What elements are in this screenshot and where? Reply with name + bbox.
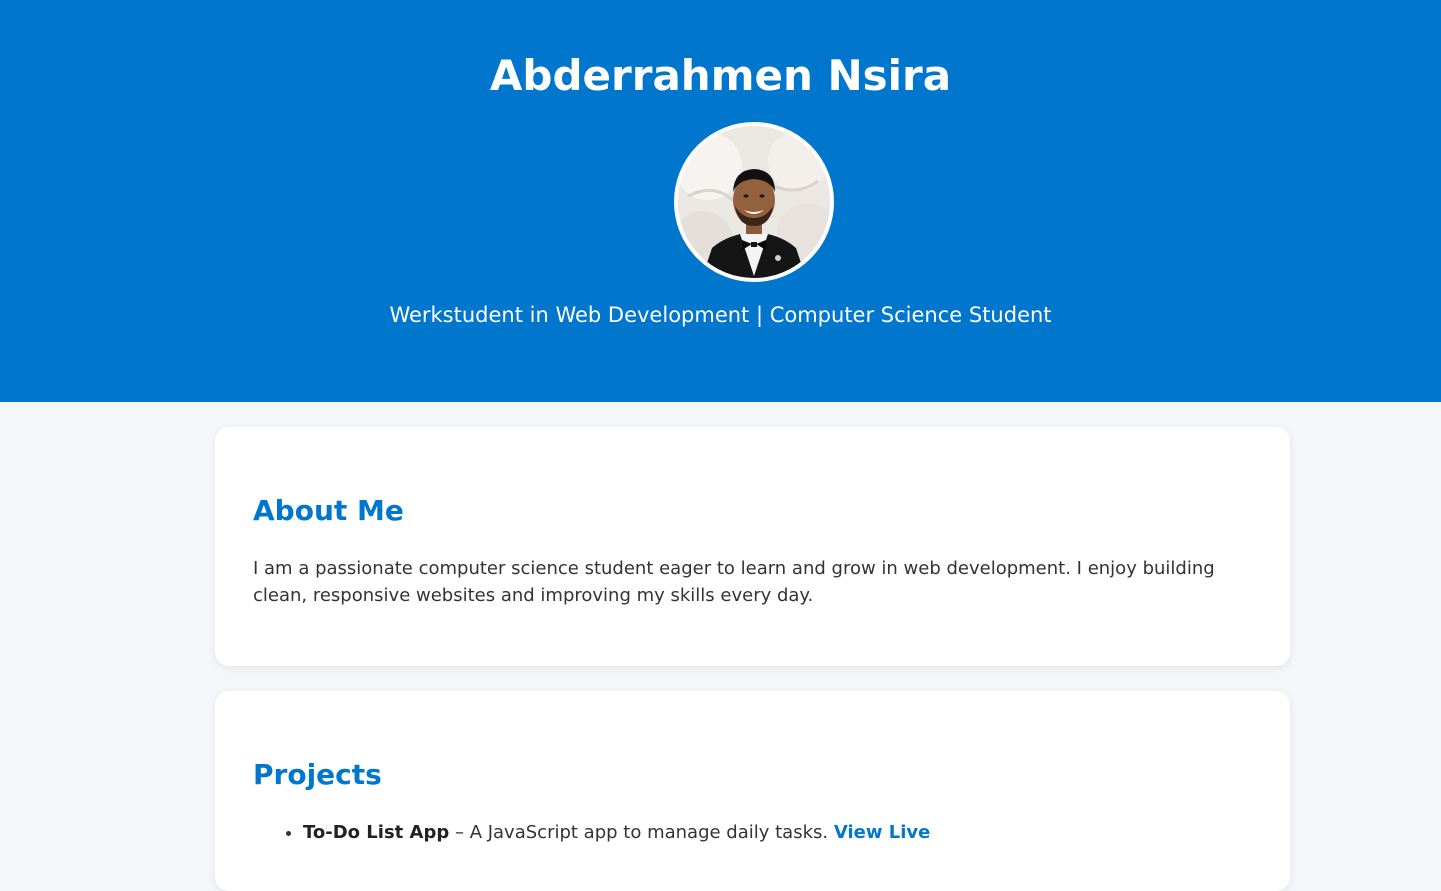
list-item: To-Do List App – A JavaScript app to man…: [303, 819, 930, 846]
about-text: I am a passionate computer science stude…: [253, 558, 1215, 606]
project-separator: –: [449, 822, 470, 843]
page-header: Abderrahmen Nsira Werkstudent in Web Dev…: [0, 0, 1441, 402]
profile-tagline: Werkstudent in Web Development | Compute…: [389, 303, 1052, 327]
profile-name: Abderrahmen Nsira: [489, 51, 952, 100]
project-description: A JavaScript app to manage daily tasks.: [469, 822, 834, 843]
profile-avatar: [674, 122, 834, 282]
project-name: To-Do List App: [303, 822, 450, 843]
about-section: About Me I am a passionate computer scie…: [215, 427, 1290, 666]
about-heading: About Me: [253, 494, 404, 527]
profile-photo: [678, 126, 830, 278]
projects-section: Projects To-Do List App – A JavaScript a…: [215, 691, 1290, 891]
projects-heading: Projects: [253, 758, 382, 791]
view-live-link[interactable]: View Live: [834, 822, 930, 843]
projects-list: To-Do List App – A JavaScript app to man…: [253, 819, 930, 846]
